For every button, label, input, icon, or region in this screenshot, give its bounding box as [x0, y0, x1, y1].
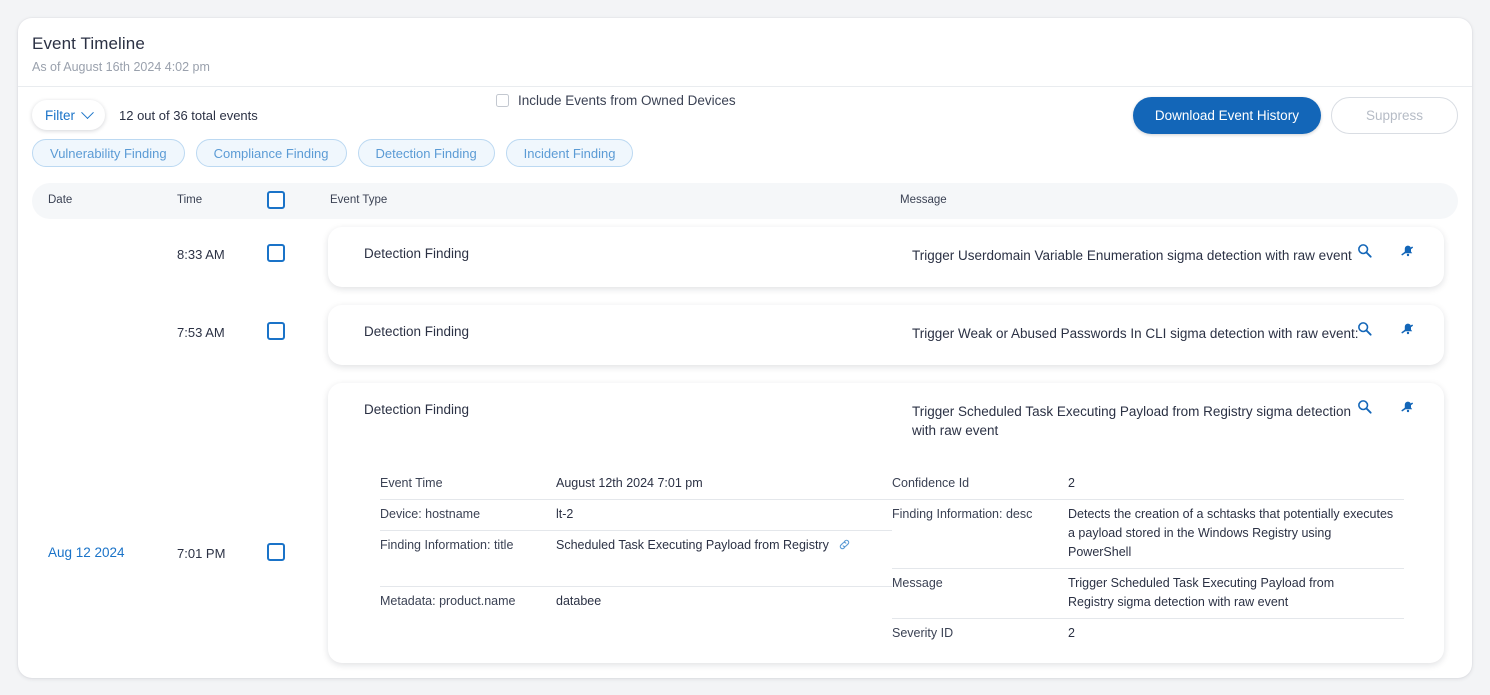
event-detail-grid: Event Time August 12th 2024 7:01 pm Devi…	[328, 443, 1444, 663]
search-icon[interactable]	[1357, 243, 1372, 258]
filter-pill-detection-finding[interactable]: Detection Finding	[357, 139, 495, 167]
event-message: Trigger Scheduled Task Executing Payload…	[912, 404, 1351, 438]
bell-slash-icon[interactable]	[1400, 398, 1416, 414]
toolbar-actions: Download Event History Suppress	[1132, 97, 1458, 134]
detail-value: Scheduled Task Executing Payload from Re…	[556, 538, 829, 552]
event-message: Trigger Weak or Abused Passwords In CLI …	[912, 326, 1359, 341]
detail-row: Finding Information: desc Detects the cr…	[892, 500, 1404, 569]
detail-key: Device: hostname	[380, 507, 481, 521]
row-checkbox[interactable]	[267, 543, 285, 561]
event-detail-column-left: Event Time August 12th 2024 7:01 pm Devi…	[380, 469, 892, 649]
suppress-button[interactable]: Suppress	[1330, 97, 1458, 134]
filter-pill-compliance-finding[interactable]: Compliance Finding	[195, 139, 347, 167]
bell-slash-icon[interactable]	[1400, 242, 1416, 258]
event-action-icons	[1357, 242, 1416, 258]
toolbar: Filter 12 out of 36 total events Include…	[18, 87, 1472, 143]
detail-value: August 12th 2024 7:01 pm	[556, 476, 703, 490]
event-type-label: Detection Finding	[364, 324, 470, 339]
event-timeline-card: Event Timeline As of August 16th 2024 4:…	[18, 18, 1472, 678]
include-owned-devices-row[interactable]: Include Events from Owned Devices	[496, 93, 736, 108]
detail-value: 2	[1068, 476, 1075, 490]
filter-pill-list: Vulnerability Finding Compliance Finding…	[18, 139, 1472, 167]
event-detail-column-right: Confidence Id 2 Finding Information: des…	[892, 469, 1404, 649]
detail-key: Severity ID	[892, 626, 954, 640]
column-header-time: Time	[177, 194, 203, 206]
detail-row: Message Trigger Scheduled Task Executing…	[892, 569, 1404, 619]
page-subtitle: As of August 16th 2024 4:02 pm	[32, 60, 210, 74]
event-message: Trigger Userdomain Variable Enumeration …	[912, 248, 1352, 263]
detail-value: Trigger Scheduled Task Executing Payload…	[1068, 576, 1335, 609]
event-card[interactable]: Detection Finding Trigger Weak or Abused…	[328, 305, 1444, 365]
event-row-list: 8:33 AM Detection Finding Trigger Userdo…	[18, 227, 1472, 663]
filter-pill-vulnerability-finding[interactable]: Vulnerability Finding	[32, 139, 185, 167]
include-owned-devices-label: Include Events from Owned Devices	[518, 93, 736, 108]
detail-row: Confidence Id 2	[892, 469, 1404, 500]
column-header-message: Message	[900, 194, 947, 206]
table-row-expanded[interactable]: Aug 12 2024 7:01 PM Detection Finding Tr…	[18, 383, 1472, 663]
detail-key: Metadata: product.name	[380, 594, 516, 608]
row-date-link[interactable]: Aug 12 2024	[48, 545, 125, 560]
card-header: Event Timeline As of August 16th 2024 4:…	[18, 18, 1472, 87]
filter-pill-incident-finding[interactable]: Incident Finding	[505, 139, 634, 167]
detail-row: Severity ID 2	[892, 619, 1404, 649]
chevron-down-icon	[81, 105, 94, 119]
row-time: 7:53 AM	[177, 325, 225, 340]
event-card-main: Detection Finding Trigger Scheduled Task…	[328, 383, 1444, 443]
row-checkbox[interactable]	[267, 322, 285, 340]
event-type-label: Detection Finding	[364, 246, 470, 261]
event-card-main: Detection Finding Trigger Weak or Abused…	[328, 305, 1444, 365]
detail-key: Finding Information: title	[380, 538, 514, 552]
detail-row: Metadata: product.name databee	[380, 587, 892, 627]
select-all-checkbox[interactable]	[267, 191, 285, 209]
detail-value: databee	[556, 594, 602, 608]
detail-key: Event Time	[380, 476, 443, 490]
table-header-row: Date Time Event Type Message	[32, 183, 1458, 219]
row-checkbox[interactable]	[267, 244, 285, 262]
detail-row: Finding Information: title Scheduled Tas…	[380, 531, 892, 587]
filter-button[interactable]: Filter	[32, 100, 105, 130]
detail-value: lt-2	[556, 507, 574, 521]
detail-row: Device: hostname lt-2	[380, 500, 892, 531]
detail-value: Detects the creation of a schtasks that …	[1068, 507, 1394, 559]
detail-key: Confidence Id	[892, 476, 970, 490]
table-row[interactable]: 7:53 AM Detection Finding Trigger Weak o…	[18, 305, 1472, 369]
link-icon[interactable]	[838, 538, 851, 551]
row-time: 8:33 AM	[177, 247, 225, 262]
event-card[interactable]: Detection Finding Trigger Userdomain Var…	[328, 227, 1444, 287]
search-icon[interactable]	[1357, 399, 1372, 414]
detail-row: Event Time August 12th 2024 7:01 pm	[380, 469, 892, 500]
filter-button-label: Filter	[45, 107, 75, 123]
event-card-expanded[interactable]: Detection Finding Trigger Scheduled Task…	[328, 383, 1444, 663]
page-title: Event Timeline	[32, 34, 145, 53]
detail-value: 2	[1068, 626, 1075, 640]
page-background: Event Timeline As of August 16th 2024 4:…	[0, 0, 1490, 695]
detail-value-with-link: Scheduled Task Executing Payload from Re…	[556, 536, 851, 555]
event-action-icons	[1357, 398, 1416, 414]
search-icon[interactable]	[1357, 321, 1372, 336]
column-header-event-type: Event Type	[330, 194, 388, 206]
event-action-icons	[1357, 320, 1416, 336]
include-owned-devices-checkbox[interactable]	[496, 94, 509, 107]
download-event-history-button[interactable]: Download Event History	[1132, 97, 1321, 134]
event-card-main: Detection Finding Trigger Userdomain Var…	[328, 227, 1444, 287]
detail-key: Message	[892, 576, 943, 590]
event-type-label: Detection Finding	[364, 402, 470, 417]
table-row[interactable]: 8:33 AM Detection Finding Trigger Userdo…	[18, 227, 1472, 291]
event-count-text: 12 out of 36 total events	[119, 107, 258, 123]
detail-key: Finding Information: desc	[892, 507, 1033, 521]
row-time: 7:01 PM	[177, 546, 226, 561]
bell-slash-icon[interactable]	[1400, 320, 1416, 336]
column-header-date: Date	[48, 194, 73, 206]
